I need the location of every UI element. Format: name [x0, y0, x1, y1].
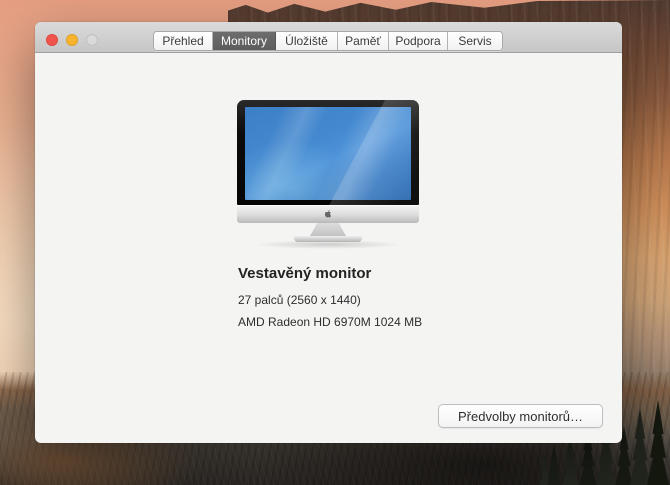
display-size-resolution: 27 palců (2560 x 1440) [238, 293, 361, 307]
tab-podpora[interactable]: Podpora [389, 32, 448, 50]
about-this-mac-window: Přehled Monitory Úložiště Paměť Podpora … [35, 22, 622, 443]
tab-bar: Přehled Monitory Úložiště Paměť Podpora … [153, 31, 503, 51]
tab-servis[interactable]: Servis [448, 32, 502, 50]
tab-uloziste[interactable]: Úložiště [276, 32, 338, 50]
window-controls [46, 34, 98, 46]
display-preferences-button[interactable]: Předvolby monitorů… [438, 404, 603, 428]
imac-illustration [237, 100, 419, 272]
close-button[interactable] [46, 34, 58, 46]
imac-stand-base [294, 236, 362, 242]
zoom-button[interactable] [86, 34, 98, 46]
apple-logo-icon [324, 209, 332, 217]
desktop: Přehled Monitory Úložiště Paměť Podpora … [0, 0, 670, 485]
window-titlebar[interactable]: Přehled Monitory Úložiště Paměť Podpora … [35, 22, 622, 53]
imac-chin [237, 205, 419, 223]
minimize-button[interactable] [66, 34, 78, 46]
window-content: Vestavěný monitor 27 palců (2560 x 1440)… [35, 53, 622, 443]
display-name-heading: Vestavěný monitor [238, 265, 372, 282]
display-graphics-card: AMD Radeon HD 6970M 1024 MB [238, 315, 423, 329]
tab-pamet[interactable]: Paměť [338, 32, 389, 50]
imac-display [245, 107, 411, 200]
tab-monitory[interactable]: Monitory [213, 32, 276, 50]
tab-prehled[interactable]: Přehled [154, 32, 213, 50]
imac-stand-neck [310, 223, 346, 236]
imac-screen-bezel [237, 100, 419, 205]
